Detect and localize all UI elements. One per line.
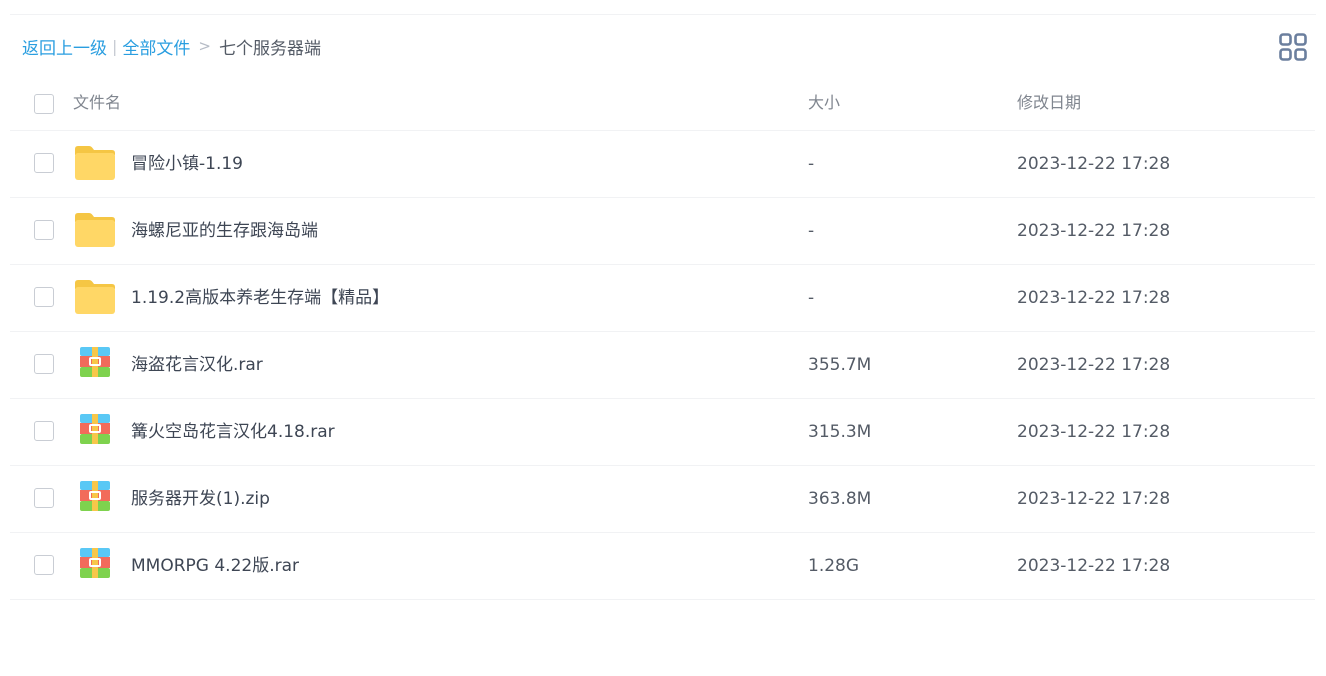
- breadcrumb: 返回上一级 | 全部文件 > 七个服务器端: [22, 34, 321, 59]
- row-checkbox[interactable]: [34, 287, 54, 307]
- table-row[interactable]: 海盗花言汉化.rar 355.7M 2023-12-22 17:28: [10, 332, 1315, 399]
- file-size: 1.28G: [808, 556, 860, 576]
- file-name[interactable]: 1.19.2高版本养老生存端【精品】: [131, 286, 389, 310]
- file-size: 363.8M: [808, 489, 872, 509]
- archive-icon: [73, 480, 117, 516]
- file-size: -: [808, 221, 815, 241]
- select-all-checkbox[interactable]: [34, 94, 54, 114]
- file-name[interactable]: 服务器开发(1).zip: [131, 487, 270, 511]
- file-modified-date: 2023-12-22 17:28: [1017, 489, 1171, 509]
- folder-icon: [73, 145, 117, 181]
- file-name[interactable]: 海盗花言汉化.rar: [131, 353, 263, 377]
- table-header: 文件名 大小 修改日期: [10, 76, 1315, 131]
- row-checkbox[interactable]: [34, 555, 54, 575]
- file-size: -: [808, 288, 815, 308]
- file-name[interactable]: MMORPG 4.22版.rar: [131, 554, 299, 578]
- table-row[interactable]: MMORPG 4.22版.rar 1.28G 2023-12-22 17:28: [10, 533, 1315, 600]
- row-checkbox[interactable]: [34, 220, 54, 240]
- header-filename[interactable]: 文件名: [73, 92, 121, 114]
- file-modified-date: 2023-12-22 17:28: [1017, 422, 1171, 442]
- top-divider: [10, 14, 1316, 15]
- table-row[interactable]: 冒险小镇-1.19 - 2023-12-22 17:28: [10, 131, 1315, 198]
- row-checkbox[interactable]: [34, 354, 54, 374]
- file-name[interactable]: 冒险小镇-1.19: [131, 152, 243, 176]
- header-size[interactable]: 大小: [808, 92, 840, 114]
- file-name[interactable]: 海螺尼亚的生存跟海岛端: [131, 219, 318, 243]
- file-size: 315.3M: [808, 422, 872, 442]
- archive-icon: [73, 346, 117, 382]
- file-size: 355.7M: [808, 355, 872, 375]
- file-modified-date: 2023-12-22 17:28: [1017, 556, 1171, 576]
- table-row[interactable]: 服务器开发(1).zip 363.8M 2023-12-22 17:28: [10, 466, 1315, 533]
- table-row[interactable]: 1.19.2高版本养老生存端【精品】 - 2023-12-22 17:28: [10, 265, 1315, 332]
- table-row[interactable]: 海螺尼亚的生存跟海岛端 - 2023-12-22 17:28: [10, 198, 1315, 265]
- archive-icon: [73, 547, 117, 583]
- file-list: 冒险小镇-1.19 - 2023-12-22 17:28 海螺尼亚的生存跟海岛端 - 2…: [10, 131, 1315, 600]
- file-modified-date: 2023-12-22 17:28: [1017, 355, 1171, 375]
- folder-icon: [73, 212, 117, 248]
- row-checkbox[interactable]: [34, 488, 54, 508]
- archive-icon: [73, 413, 117, 449]
- file-modified-date: 2023-12-22 17:28: [1017, 154, 1171, 174]
- current-folder-label: 七个服务器端: [218, 38, 321, 59]
- table-row[interactable]: 篝火空岛花言汉化4.18.rar 315.3M 2023-12-22 17:28: [10, 399, 1315, 466]
- breadcrumb-arrow: >: [198, 37, 211, 55]
- header-modified-date[interactable]: 修改日期: [1017, 92, 1081, 114]
- breadcrumb-separator: |: [112, 36, 118, 56]
- file-size: -: [808, 154, 815, 174]
- file-modified-date: 2023-12-22 17:28: [1017, 221, 1171, 241]
- grid-view-icon[interactable]: [1279, 33, 1307, 61]
- file-browser-page: 返回上一级 | 全部文件 > 七个服务器端 文件名 大小 修改日期 冒险小镇-1…: [0, 0, 1326, 676]
- all-files-link[interactable]: 全部文件: [122, 34, 190, 59]
- file-name[interactable]: 篝火空岛花言汉化4.18.rar: [131, 420, 335, 444]
- back-link[interactable]: 返回上一级: [22, 34, 107, 59]
- row-checkbox[interactable]: [34, 153, 54, 173]
- row-checkbox[interactable]: [34, 421, 54, 441]
- folder-icon: [73, 279, 117, 315]
- file-modified-date: 2023-12-22 17:28: [1017, 288, 1171, 308]
